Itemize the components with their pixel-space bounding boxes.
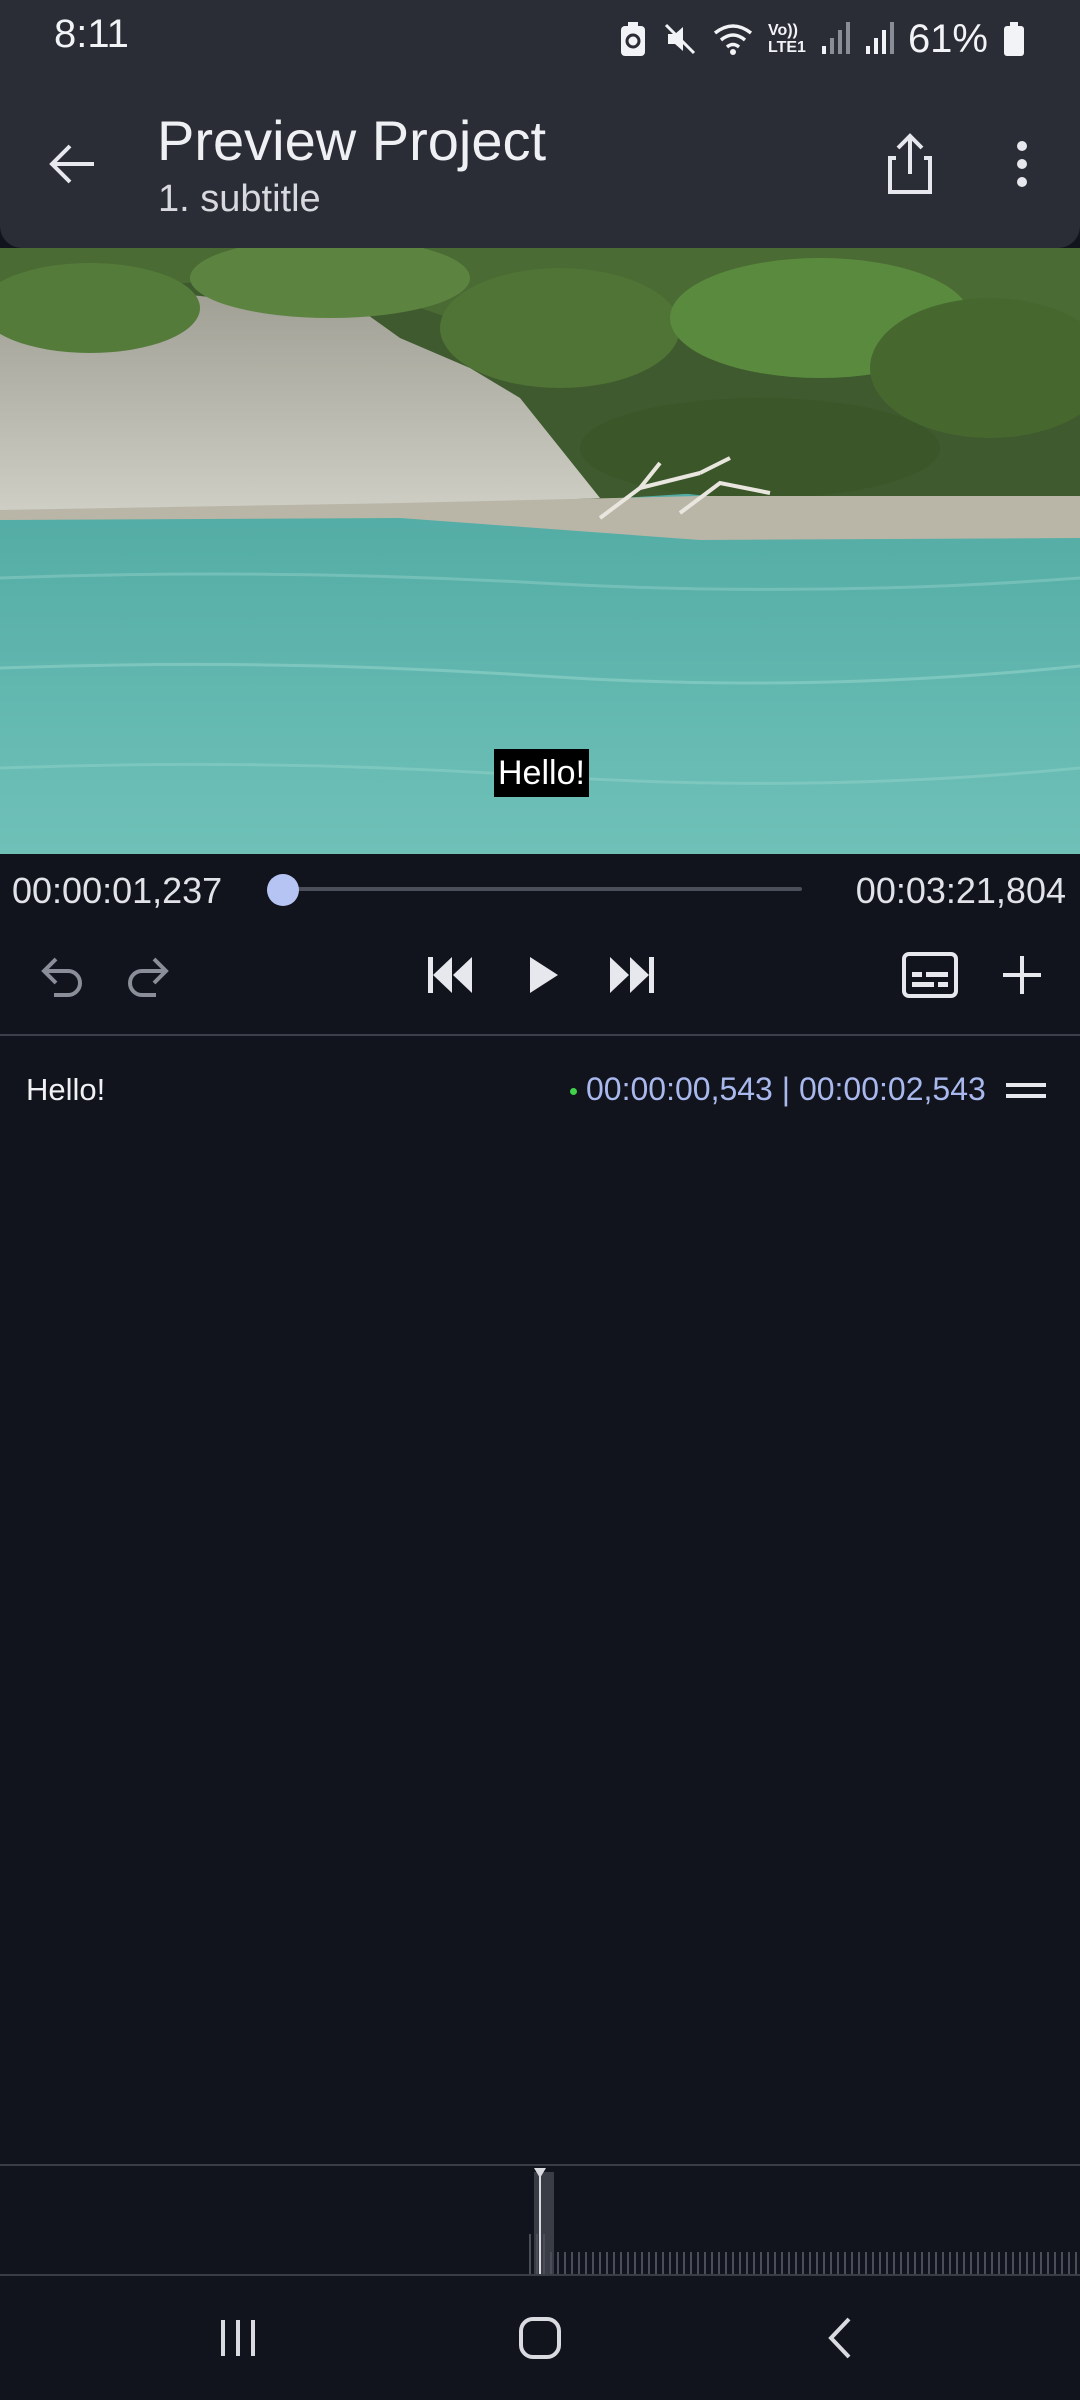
add-icon — [1003, 956, 1041, 994]
signal-icon — [821, 22, 850, 54]
status-icons: Vo)) LTE1 61% — [618, 12, 1026, 66]
volte-label: Vo)) — [768, 22, 798, 39]
signal-icon — [865, 22, 894, 54]
current-time: 00:00:01,237 — [12, 870, 223, 911]
battery-percent: 61% — [907, 16, 988, 61]
undo-button[interactable] — [22, 940, 98, 1010]
back-button[interactable] — [34, 126, 110, 202]
subtitle-text: Hello! — [26, 1072, 106, 1107]
share-button[interactable] — [874, 126, 946, 202]
page-subtitle: 1. subtitle — [158, 178, 321, 220]
seek-bar-thumb[interactable] — [267, 874, 300, 906]
divider — [0, 1034, 1080, 1036]
subtitles-button[interactable] — [890, 940, 970, 1010]
data-saver-icon — [621, 22, 645, 56]
volte-lte-icon: Vo)) LTE1 — [768, 22, 806, 56]
status-time: 8:11 — [54, 12, 129, 56]
more-vert-icon — [1017, 141, 1027, 187]
add-subtitle-button[interactable] — [984, 940, 1060, 1010]
battery-icon — [1004, 22, 1024, 56]
back-icon — [828, 2317, 851, 2359]
redo-icon — [128, 957, 169, 997]
drag-handle[interactable] — [1004, 1078, 1048, 1104]
back-nav-button[interactable] — [804, 2300, 880, 2376]
subtitle-timecodes: 00:00:00,543 | 00:00:02,543 — [586, 1071, 986, 1107]
skip-next-icon — [610, 957, 654, 993]
home-button[interactable] — [502, 2300, 578, 2376]
total-time: 00:03:21,804 — [855, 870, 1066, 911]
drag-handle-icon — [1006, 1083, 1046, 1098]
skip-next-button[interactable] — [594, 940, 670, 1010]
lte-label: LTE1 — [768, 39, 806, 56]
timeline[interactable] — [0, 2164, 1080, 2278]
play-icon — [530, 957, 558, 993]
undo-icon — [41, 957, 82, 997]
skip-previous-icon — [428, 957, 472, 993]
waveform — [529, 2168, 1077, 2276]
share-icon — [888, 133, 932, 194]
wifi-icon — [713, 24, 753, 55]
seek-bar-track[interactable] — [280, 887, 802, 891]
navigation-bar — [0, 2276, 1080, 2400]
mute-icon — [664, 23, 696, 55]
recents-button[interactable] — [200, 2300, 276, 2376]
page-title: Preview Project — [157, 109, 547, 172]
recents-icon — [221, 2320, 255, 2356]
status-dot — [570, 1088, 577, 1095]
app-bar: Preview Project 1. subtitle — [0, 78, 1080, 248]
back-arrow-icon — [49, 144, 94, 184]
redo-button[interactable] — [112, 940, 188, 1010]
home-icon — [519, 2317, 561, 2359]
video-caption: Hello! — [494, 749, 589, 797]
subtitles-icon — [902, 952, 958, 998]
play-button[interactable] — [504, 940, 580, 1010]
skip-previous-button[interactable] — [412, 940, 488, 1010]
more-options-button[interactable] — [1000, 126, 1044, 202]
